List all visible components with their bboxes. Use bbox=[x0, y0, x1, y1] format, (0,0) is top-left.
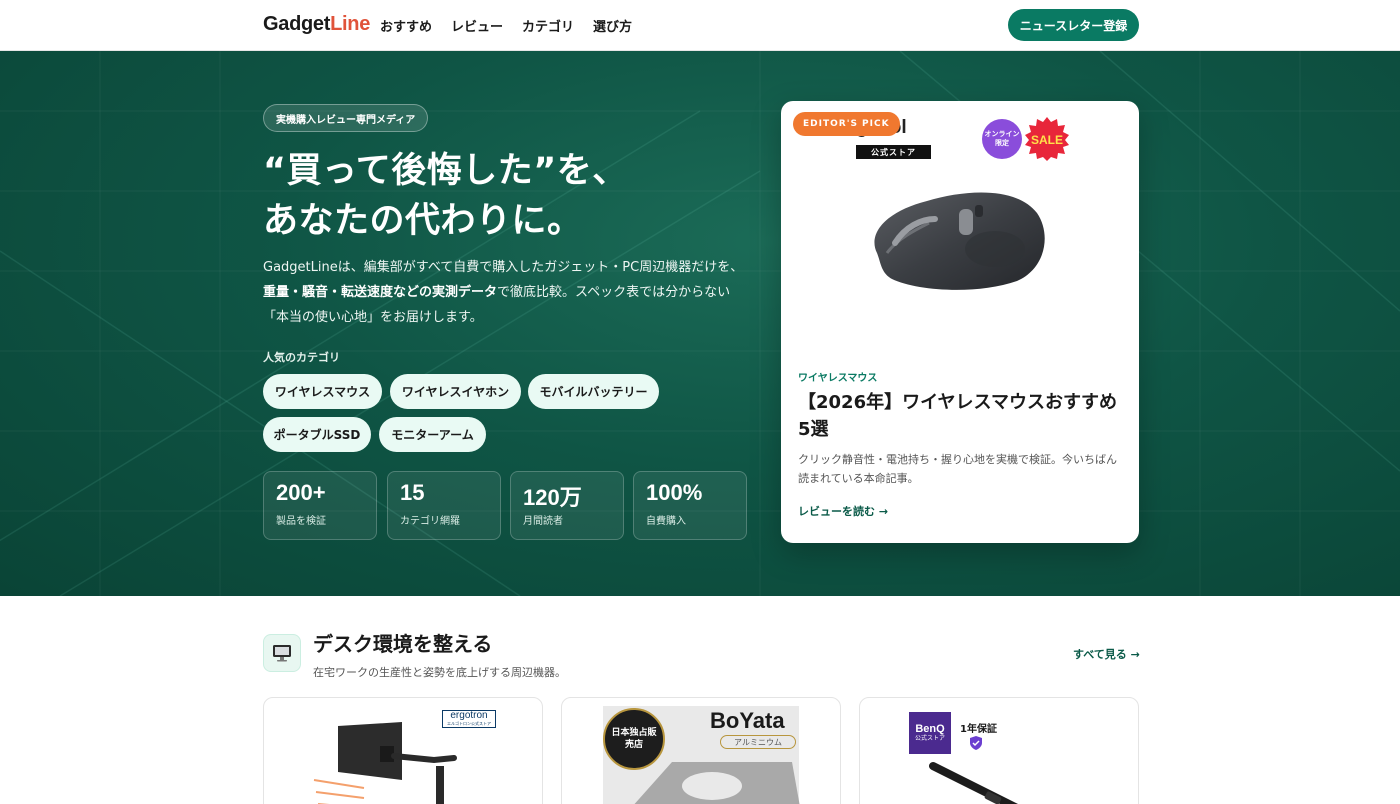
featured-article-title[interactable]: 【2026年】ワイヤレスマウスおすすめ5選 bbox=[798, 389, 1128, 443]
editors-pick-badge: EDITOR'S PICK bbox=[793, 112, 900, 136]
see-all-link[interactable]: すべて見る → bbox=[1073, 646, 1140, 662]
nav-item-guides[interactable]: 選び方 bbox=[593, 16, 632, 35]
product-card-monitor-light[interactable]: BenQ 公式ストア 1年保証 bbox=[859, 697, 1139, 804]
online-limited-badge: オンライン限定 bbox=[982, 119, 1022, 159]
category-chip-wireless-earphones[interactable]: ワイヤレスイヤホン bbox=[390, 374, 521, 409]
shield-check-icon bbox=[970, 736, 982, 750]
stat-readers: 120万 月間読者 bbox=[510, 471, 624, 540]
brand-logo: BoYata bbox=[710, 708, 785, 733]
laptop-stand-product-image bbox=[634, 762, 800, 804]
brand-logo: BenQ 公式ストア bbox=[909, 712, 951, 754]
section-subtitle: 在宅ワークの生産性と姿勢を底上げする周辺機器。 bbox=[313, 666, 566, 679]
section-title: デスク環境を整える bbox=[313, 632, 493, 656]
hero-description: GadgetLineは、編集部がすべて自費で購入したガジェット・PC周辺機器だけ… bbox=[263, 260, 744, 325]
nav-item-reviews[interactable]: レビュー bbox=[451, 16, 503, 35]
product-card-monitor-arm[interactable]: ergotron エルゴトロン公式ストア bbox=[263, 697, 543, 804]
stat-self-purchase: 100% 自費購入 bbox=[633, 471, 747, 540]
svg-text:SALE: SALE bbox=[1031, 133, 1063, 147]
newsletter-button[interactable]: ニュースレター登録 bbox=[1008, 9, 1139, 41]
nav-item-categories[interactable]: カテゴリ bbox=[522, 16, 574, 35]
monitor-arm-product-image bbox=[313, 722, 457, 804]
stat-products: 200+ 製品を検証 bbox=[263, 471, 377, 540]
material-badge: アルミニウム bbox=[720, 735, 796, 749]
mouse-product-image bbox=[874, 192, 1045, 290]
popular-categories-label: 人気のカテゴリ bbox=[263, 351, 340, 364]
main-nav: おすすめ レビュー カテゴリ 選び方 bbox=[380, 16, 632, 35]
hero-title: “買って後悔した”を、 あなたの代わりに。 bbox=[263, 151, 628, 241]
article-category: ワイヤレスマウス bbox=[798, 373, 878, 384]
nav-item-recommend[interactable]: おすすめ bbox=[380, 16, 432, 35]
product-card-laptop-stand[interactable]: 日本独占販売店 BoYata アルミニウム bbox=[561, 697, 841, 804]
category-chip-wireless-mouse[interactable]: ワイヤレスマウス bbox=[263, 374, 382, 409]
monitor-icon bbox=[263, 634, 301, 672]
hero-badge: 実機購入レビュー専門メディア bbox=[263, 104, 429, 132]
read-review-link[interactable]: レビューを読む → bbox=[798, 503, 888, 519]
sale-badge: SALE bbox=[1025, 117, 1069, 161]
category-chip-portable-ssd[interactable]: ポータブルSSD bbox=[263, 417, 371, 452]
site-header: GadgetLine おすすめ レビュー カテゴリ 選び方 ニュースレター登録 bbox=[0, 0, 1400, 51]
hero-section: 実機購入レビュー専門メディア “買って後悔した”を、 あなたの代わりに。 Gad… bbox=[0, 51, 1400, 596]
category-chip-mobile-battery[interactable]: モバイルバッテリー bbox=[528, 374, 659, 409]
official-store-label: 公式ストア bbox=[856, 145, 931, 159]
stat-categories: 15 カテゴリ網羅 bbox=[387, 471, 501, 540]
category-chip-monitor-arm[interactable]: モニターアーム bbox=[379, 417, 486, 452]
warranty-label: 1年保証 bbox=[960, 724, 997, 735]
featured-article-description: クリック静音性・電池持ち・握り心地を実機で検証。今いちばん読まれている本命記事。 bbox=[798, 453, 1117, 485]
site-logo[interactable]: GadgetLine bbox=[263, 13, 370, 36]
featured-article-card[interactable]: EDITOR'S PICK gcool 公式ストア オンライン限定 SALE ワ… bbox=[781, 101, 1139, 543]
monitor-light-product-image bbox=[929, 762, 1018, 804]
